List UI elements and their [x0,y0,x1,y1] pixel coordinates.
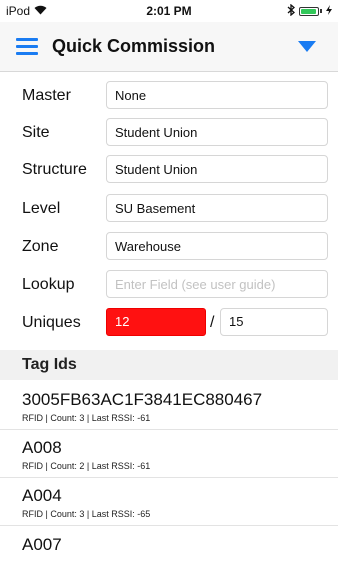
uniques-count-field: 12 [106,308,206,336]
uniques-label: Uniques [22,314,81,331]
tag-id: A008 [22,438,62,457]
tag-id: A004 [22,486,62,505]
level-input[interactable] [106,194,328,222]
site-row: Site [0,115,338,152]
zone-input[interactable] [106,232,328,260]
level-label: Level [22,200,61,217]
tag-id: A007 [22,535,62,554]
page-title: Quick Commission [52,36,216,56]
zone-label: Zone [22,238,59,255]
tag-list-item[interactable]: A008 RFID | Count: 2 | Last RSSI: -61 [0,434,338,478]
tag-list-item[interactable]: 3005FB63AC1F3841EC880467 RFID | Count: 3… [0,386,338,430]
structure-label: Structure [22,161,87,178]
tag-list-item[interactable]: A007 [0,531,338,575]
uniques-row: Uniques 12 / 15 [0,305,338,342]
dropdown-triangle-icon[interactable] [298,41,316,52]
master-input[interactable] [106,81,328,109]
master-label: Master [22,87,71,104]
lookup-label: Lookup [22,276,75,293]
tag-meta: RFID | Count: 3 | Last RSSI: -65 [22,509,151,519]
nav-bar: Quick Commission [0,22,338,72]
uniques-separator: / [210,314,215,331]
lookup-row: Lookup [0,267,338,304]
battery-icon [299,6,319,16]
tag-meta: RFID | Count: 2 | Last RSSI: -61 [22,461,151,471]
zone-row: Zone [0,229,338,266]
site-label: Site [22,124,50,141]
lookup-input[interactable] [106,270,328,298]
status-time: 2:01 PM [146,4,192,18]
level-row: Level [0,191,338,228]
uniques-total-field: 15 [220,308,328,336]
status-bar: iPod 2:01 PM [0,0,338,22]
structure-input[interactable] [106,155,328,183]
tag-id: 3005FB63AC1F3841EC880467 [22,390,263,409]
tag-ids-header: Tag Ids [0,350,338,380]
master-row: Master [0,78,338,115]
hamburger-menu-icon[interactable] [16,38,38,55]
tag-list-item[interactable]: A004 RFID | Count: 3 | Last RSSI: -65 [0,482,338,526]
tag-meta: RFID | Count: 3 | Last RSSI: -61 [22,413,151,423]
structure-row: Structure [0,152,338,189]
site-input[interactable] [106,118,328,146]
